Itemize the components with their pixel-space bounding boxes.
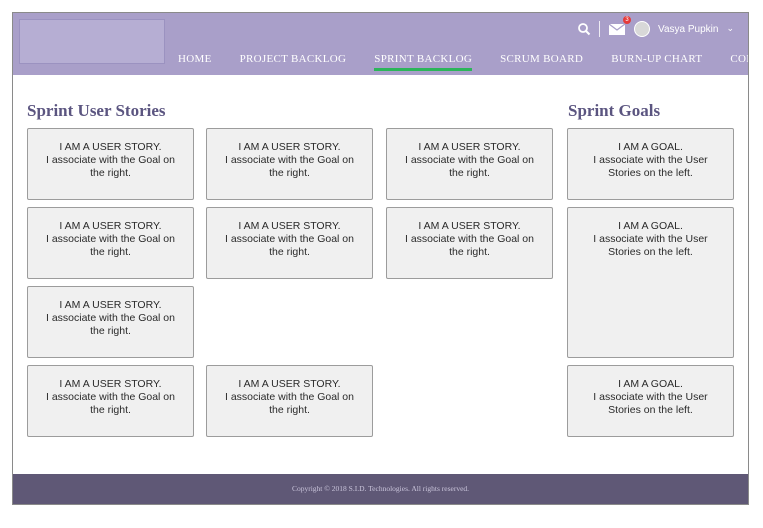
story-heading: I AM A USER STORY.	[59, 220, 162, 232]
story-text: I associate with the Goal on the right.	[46, 154, 175, 179]
story-heading: I AM A USER STORY.	[238, 141, 341, 153]
main-nav: HOME PROJECT BACKLOG SPRINT BACKLOG SCRU…	[178, 53, 748, 71]
story-text: I associate with the Goal on the right.	[405, 233, 534, 258]
user-story-card[interactable]: I AM A USER STORY. I associate with the …	[386, 128, 553, 200]
user-story-card[interactable]: I AM A USER STORY. I associate with the …	[27, 365, 194, 437]
goal-text: I associate with the User Stories on the…	[593, 154, 708, 179]
story-heading: I AM A USER STORY.	[59, 299, 162, 311]
story-text: I associate with the Goal on the right.	[405, 154, 534, 179]
notification-badge: 3	[623, 16, 632, 24]
story-text: I associate with the Goal on the right.	[225, 154, 354, 179]
story-heading: I AM A USER STORY.	[418, 220, 521, 232]
nav-sprint-backlog[interactable]: SPRINT BACKLOG	[374, 53, 473, 71]
sprint-goals-title: Sprint Goals	[568, 101, 661, 120]
envelope-icon	[608, 23, 626, 35]
nav-contact-us[interactable]: CONTACT US	[730, 53, 748, 71]
user-story-card[interactable]: I AM A USER STORY. I associate with the …	[27, 207, 194, 279]
story-text: I associate with the Goal on the right.	[46, 312, 175, 337]
app-window: HOME PROJECT BACKLOG SPRINT BACKLOG SCRU…	[12, 12, 749, 505]
goal-text: I associate with the User Stories on the…	[593, 391, 708, 416]
goal-card[interactable]: I AM A GOAL. I associate with the User S…	[567, 207, 734, 358]
toolbar-divider	[599, 21, 601, 37]
search-icon[interactable]	[577, 22, 591, 36]
story-heading: I AM A USER STORY.	[59, 141, 162, 153]
user-story-card[interactable]: I AM A USER STORY. I associate with the …	[27, 128, 194, 200]
top-navigation-bar: HOME PROJECT BACKLOG SPRINT BACKLOG SCRU…	[13, 13, 748, 75]
footer: Copyright © 2018 S.I.D. Technologies. Al…	[13, 474, 748, 504]
story-text: I associate with the Goal on the right.	[225, 391, 354, 416]
sprint-user-stories-title: Sprint User Stories	[27, 101, 166, 120]
nav-scrum-board[interactable]: SCRUM BOARD	[500, 53, 583, 71]
story-heading: I AM A USER STORY.	[418, 141, 521, 153]
user-story-card[interactable]: I AM A USER STORY. I associate with the …	[386, 207, 553, 279]
copyright-text: Copyright © 2018 S.I.D. Technologies. Al…	[291, 484, 470, 493]
story-text: I associate with the Goal on the right.	[46, 233, 175, 258]
goal-heading: I AM A GOAL.	[618, 378, 683, 390]
messages-button[interactable]: 3	[608, 16, 632, 36]
story-heading: I AM A USER STORY.	[238, 220, 341, 232]
goal-heading: I AM A GOAL.	[618, 220, 683, 232]
user-story-card[interactable]: I AM A USER STORY. I associate with the …	[27, 286, 194, 358]
goal-heading: I AM A GOAL.	[618, 141, 683, 153]
user-story-card[interactable]: I AM A USER STORY. I associate with the …	[206, 365, 373, 437]
user-tools: 3 Vasya Pupkin ⌄	[577, 16, 734, 40]
avatar[interactable]	[634, 21, 651, 37]
user-story-card[interactable]: I AM A USER STORY. I associate with the …	[206, 128, 373, 200]
logo-placeholder[interactable]	[19, 19, 165, 64]
chevron-down-icon[interactable]: ⌄	[726, 24, 734, 34]
goal-card[interactable]: I AM A GOAL. I associate with the User S…	[567, 365, 734, 437]
nav-project-backlog[interactable]: PROJECT BACKLOG	[240, 53, 347, 71]
story-heading: I AM A USER STORY.	[59, 378, 162, 390]
user-name[interactable]: Vasya Pupkin	[658, 24, 718, 35]
nav-burn-up-chart[interactable]: BURN-UP CHART	[611, 53, 702, 71]
story-text: I associate with the Goal on the right.	[46, 391, 175, 416]
nav-home[interactable]: HOME	[178, 53, 212, 71]
user-story-card[interactable]: I AM A USER STORY. I associate with the …	[206, 207, 373, 279]
goal-text: I associate with the User Stories on the…	[593, 233, 708, 258]
goal-card[interactable]: I AM A GOAL. I associate with the User S…	[567, 128, 734, 200]
story-text: I associate with the Goal on the right.	[225, 233, 354, 258]
story-heading: I AM A USER STORY.	[238, 378, 341, 390]
